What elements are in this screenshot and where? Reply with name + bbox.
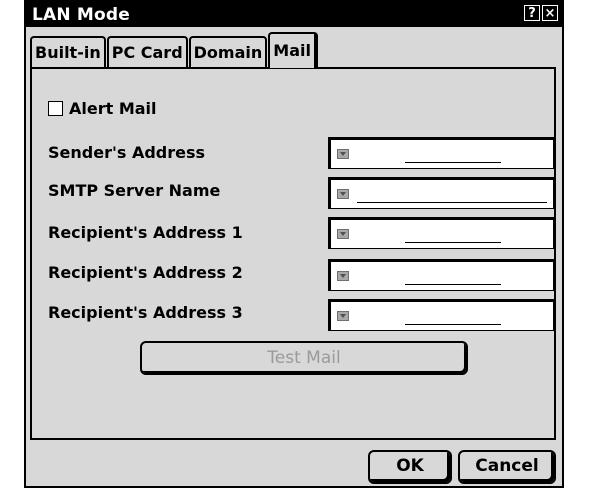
recipients-address-3-label: Recipient's Address 3 [48, 303, 243, 322]
mail-panel: Alert Mail Sender's Address SMTP Server … [30, 67, 556, 440]
field-underline [405, 242, 501, 243]
alert-mail-option[interactable]: Alert Mail [48, 99, 157, 118]
senders-address-label: Sender's Address [48, 143, 206, 162]
field-underline [405, 324, 501, 325]
help-icon[interactable]: ? [524, 5, 540, 21]
tab-mail[interactable]: Mail [268, 32, 318, 68]
recipients-address-2-field[interactable] [328, 259, 554, 291]
tab-bar: Built-in PC Card Domain Mail [30, 32, 319, 68]
tab-built-in[interactable]: Built-in [30, 36, 106, 68]
test-mail-button[interactable]: Test Mail [140, 341, 468, 375]
dropdown-arrow-icon[interactable] [337, 271, 349, 281]
close-icon[interactable]: × [542, 5, 558, 21]
dropdown-arrow-icon[interactable] [337, 149, 349, 159]
dialog-title: LAN Mode [32, 4, 131, 25]
senders-address-field[interactable] [328, 137, 554, 169]
smtp-server-name-field[interactable] [328, 177, 554, 209]
field-underline [405, 284, 501, 285]
ok-button[interactable]: OK [368, 450, 452, 484]
title-buttons: ? × [524, 5, 558, 21]
dropdown-arrow-icon[interactable] [337, 189, 349, 199]
recipients-address-1-label: Recipient's Address 1 [48, 223, 243, 242]
recipients-address-1-field[interactable] [328, 217, 554, 249]
field-underline [357, 202, 547, 203]
tab-domain[interactable]: Domain [188, 36, 268, 68]
tab-pc-card[interactable]: PC Card [106, 36, 188, 68]
smtp-server-name-label: SMTP Server Name [48, 181, 221, 200]
lan-mode-dialog: LAN Mode ? × Built-in PC Card Domain Mai… [24, 0, 564, 488]
dropdown-arrow-icon[interactable] [337, 311, 349, 321]
recipients-address-2-label: Recipient's Address 2 [48, 263, 243, 282]
field-underline [405, 162, 501, 163]
title-bar: LAN Mode ? × [26, 2, 562, 27]
alert-mail-label: Alert Mail [69, 99, 157, 118]
cancel-button[interactable]: Cancel [458, 450, 556, 484]
alert-mail-checkbox[interactable] [48, 101, 63, 116]
recipients-address-3-field[interactable] [328, 299, 554, 331]
dropdown-arrow-icon[interactable] [337, 229, 349, 239]
